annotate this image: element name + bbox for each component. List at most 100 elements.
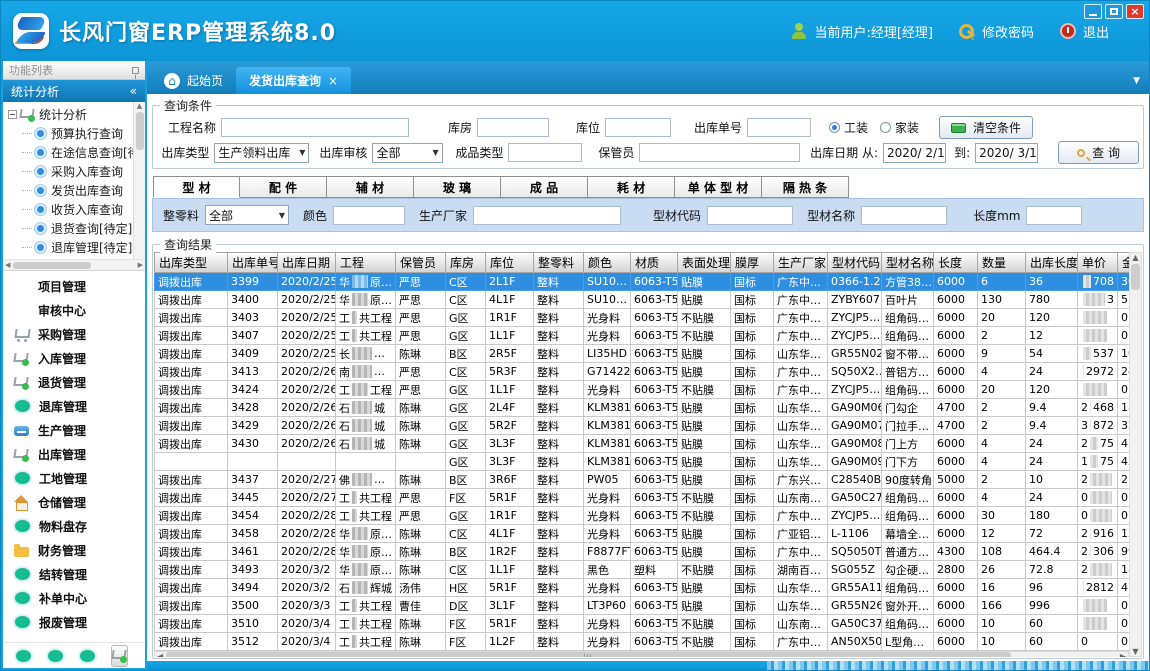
product-type-input[interactable] [508,143,582,162]
table-row[interactable]: 调拨出库34612020/2/28华原…陈琳B区1R2F整料F8877FT606… [154,543,1129,561]
column-header-outlen[interactable]: 出库长度 [1026,252,1078,273]
column-header-date[interactable]: 出库日期 [278,252,336,273]
material-tab[interactable]: 隔 热 条 [762,176,849,198]
sidebar-item-cart-gray[interactable]: 采购管理 [3,322,145,346]
logout-button[interactable]: 退出 [1060,22,1109,41]
column-header-wh[interactable]: 库房 [446,252,486,273]
tree-item[interactable]: 在途信息查询[待 [8,143,131,162]
maximize-button[interactable] [1105,4,1123,19]
clear-conditions-button[interactable]: 清空条件 [939,116,1033,139]
column-header-mat[interactable]: 材质 [631,252,678,273]
tab-list-dropdown-icon[interactable]: ▼ [1133,76,1140,86]
sidebar-item-dot-green[interactable]: 补单中心 [3,586,145,610]
column-header-no[interactable]: 出库单号 [228,252,278,273]
tree-item[interactable]: 预算执行查询 [8,124,131,143]
radio-home-install[interactable] [880,122,891,133]
table-row[interactable]: 调拨出库35002020/3/3工共工程曹佳D区3L1F整料LT3P606063… [154,597,1129,615]
order-no-input[interactable] [747,118,811,137]
sidebar-item-chart-blue[interactable]: 生产管理 [3,418,145,442]
table-row[interactable]: 调拨出库34932020/3/2华原…陈琳C区1L1F整料黑色塑料不贴膜国标湖南… [154,561,1129,579]
column-header-surf[interactable]: 表面处理 [678,252,731,273]
radio-work-install[interactable] [829,122,840,133]
column-header-maker[interactable]: 生产厂家 [774,252,828,273]
warehouse-input[interactable] [477,118,549,137]
tree-expander-icon[interactable] [8,110,17,119]
out-type-select[interactable]: 生产领料出库▼ [214,143,309,163]
table-row[interactable]: 调拨出库34582020/2/28华原…陈琳C区4L1F整料光身料6063-T5… [154,525,1129,543]
sidebar-item-home-orange[interactable]: 仓储管理 [3,490,145,514]
scroll-left-icon[interactable]: ◀ [5,261,10,269]
table-vertical-scrollbar[interactable]: ▲ ▼ [1129,252,1142,657]
material-tab[interactable]: 玻 璃 [414,176,501,198]
tree-vertical-scrollbar[interactable]: ▲ [133,102,145,259]
tree-horizontal-scrollbar[interactable]: ◀ ▶ [3,260,145,271]
pin-icon[interactable] [132,67,139,74]
tree-root-item[interactable]: 统计分析 [8,105,131,124]
table-row[interactable]: 调拨出库34092020/2/25长…陈琳B区2R5F整料LI35HD6063-… [154,345,1129,363]
table-row[interactable]: 调拨出库33992020/2/25华原…严思C区2L1F整料SU10…6063-… [154,273,1129,291]
table-horizontal-scrollbar[interactable]: ◀ ▶ [154,651,1129,657]
whole-piece-select[interactable]: 全部▼ [205,205,289,225]
table-row[interactable]: G区3L3F整料KLM38176063-T5贴膜国标山东华…GA90M09.门下… [154,453,1129,471]
table-row[interactable]: 调拨出库35102020/3/4工共工程陈琳F区5R1F整料光身料6063-T5… [154,615,1129,633]
material-tab[interactable]: 配 件 [240,176,327,198]
tab-close-icon[interactable]: × [328,74,338,88]
material-tab[interactable]: 辅 材 [327,176,414,198]
date-from-select[interactable]: 2020/ 2/16▼ [883,143,946,163]
audit-select[interactable]: 全部▼ [372,143,442,163]
column-header-qty[interactable]: 数量 [978,252,1026,273]
material-tab[interactable]: 成 品 [501,176,588,198]
sidebar-section-header[interactable]: 统计分析 « [3,80,145,102]
sidebar-item-clipboard-orange[interactable]: 项目管理 [3,274,145,298]
column-header-proj[interactable]: 工程 [336,252,396,273]
search-button[interactable]: 查 询 [1058,141,1139,164]
tree-hscroll-thumb[interactable] [13,262,91,269]
scroll-left-icon[interactable]: ◀ [157,652,163,657]
keeper-input[interactable] [639,143,800,162]
column-header-type[interactable]: 出库类型 [154,252,228,273]
tree-item[interactable]: 退库管理[待定] [8,238,131,257]
tree-item[interactable]: 采购入库查询 [8,162,131,181]
sidebar-item-clipboard-gray[interactable]: 审核中心 [3,298,145,322]
table-row[interactable]: 调拨出库34242020/2/26工工程严思G区1L1F整料光身料6063-T5… [154,381,1129,399]
table-row[interactable]: 调拨出库34542020/2/28工共工程严思G区1R1F整料光身料6063-T… [154,507,1129,525]
material-tab[interactable]: 单 体 型 材 [675,176,762,198]
tab-shipment-query[interactable]: 发货出库查询 × [236,67,351,94]
scroll-down-icon[interactable]: ▼ [1132,647,1138,656]
column-header-amt[interactable]: 金 [1118,252,1129,273]
sidebar-item-cart-green[interactable]: 出库管理 [3,442,145,466]
column-header-code[interactable]: 型材代码 [828,252,882,273]
column-header-keeper[interactable]: 保管员 [396,252,446,273]
vscroll-thumb[interactable] [1131,264,1140,290]
module-dot-icon[interactable] [16,650,31,662]
column-header-len[interactable]: 长度 [934,252,978,273]
maker-input[interactable] [473,206,621,225]
minimize-button[interactable] [1084,4,1102,19]
sidebar-item-dot-green[interactable]: 结转管理 [3,562,145,586]
table-row[interactable]: 调拨出库34452020/2/27工共工程严思F区5R1F整料光身料6063-T… [154,489,1129,507]
column-header-zl[interactable]: 整零料 [534,252,584,273]
scroll-right-icon[interactable]: ▶ [1120,652,1126,657]
sidebar-item-dot-green[interactable]: 退库管理 [3,394,145,418]
project-name-input[interactable] [221,118,409,137]
sidebar-item-dot-green[interactable]: 物料盘存 [3,514,145,538]
material-tab[interactable]: 型 材 [153,176,240,198]
table-row[interactable]: 调拨出库35122020/3/4工共工程陈琳F区1L2F整料光身料6063-T5… [154,633,1129,651]
tree-scroll-thumb[interactable] [136,112,144,150]
table-row[interactable]: 调拨出库34282020/2/26石城陈琳G区2L4F整料KLM38176063… [154,399,1129,417]
profile-name-input[interactable] [861,206,947,225]
table-row[interactable]: 调拨出库34372020/2/27佛…陈琳B区3R6F整料PW056063-T5… [154,471,1129,489]
table-row[interactable]: 调拨出库34292020/2/26石城陈琳G区5R2F整料KLM38176063… [154,417,1129,435]
table-row[interactable]: 调拨出库34942020/3/2石辉城汤伟H区5R1F整料光身料6063-T5贴… [154,579,1129,597]
sidebar-item-cart-green[interactable]: 退货管理 [3,370,145,394]
location-input[interactable] [605,118,671,137]
material-tab[interactable]: 耗 材 [588,176,675,198]
hscroll-thumb[interactable] [166,652,1011,657]
table-row[interactable]: 调拨出库34032020/2/25工共工程严思G区1R1F整料光身料6063-T… [154,309,1129,327]
sidebar-item-folder-yellow[interactable]: 财务管理 [3,538,145,562]
close-button[interactable]: × [1126,4,1144,19]
color-input[interactable] [333,206,405,225]
column-header-name[interactable]: 型材名称 [882,252,934,273]
sidebar-item-dot-green[interactable]: 工地管理 [3,466,145,490]
scroll-right-icon[interactable]: ▶ [138,261,143,269]
